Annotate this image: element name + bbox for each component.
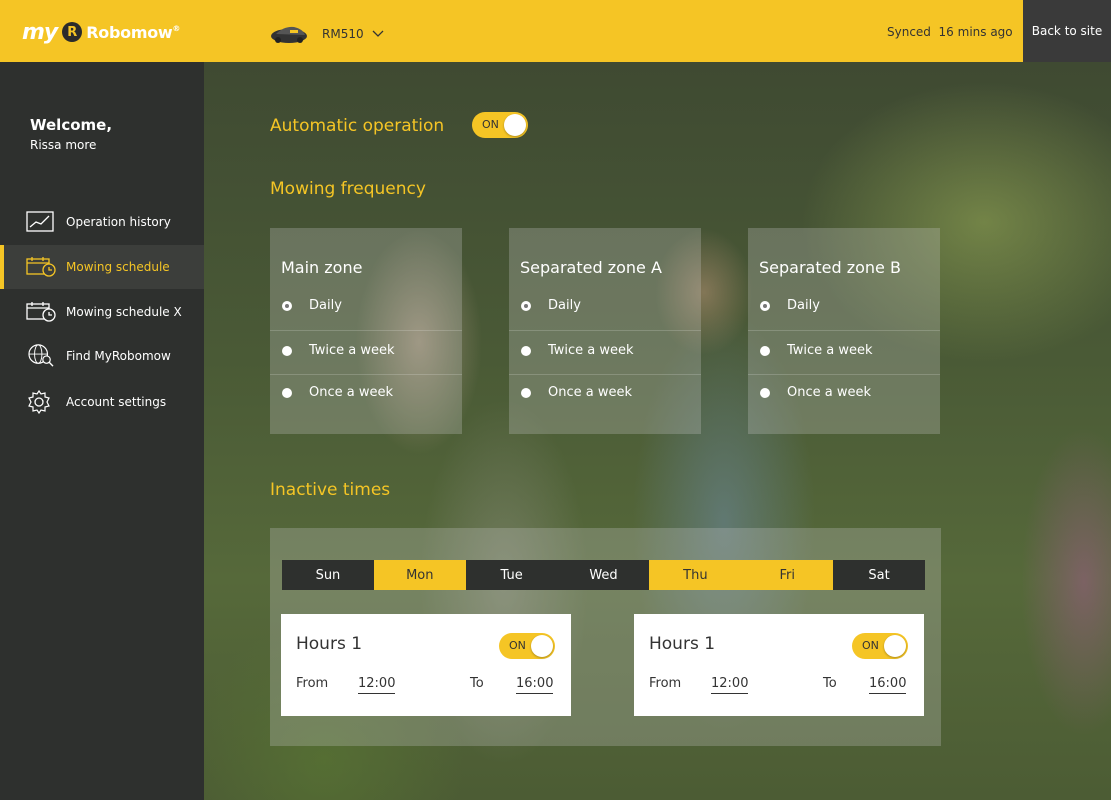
option-label: Daily bbox=[787, 298, 820, 313]
model-selector[interactable]: RM510 bbox=[322, 27, 364, 41]
sidebar-item-label: Mowing schedule X bbox=[66, 305, 182, 319]
option-label: Once a week bbox=[787, 385, 872, 400]
hours-toggle[interactable]: ON bbox=[852, 633, 908, 659]
radio-button[interactable] bbox=[282, 388, 292, 398]
top-header: my R Robomow ® RM510 Synced 16 mins ago … bbox=[0, 0, 1111, 62]
mowing-frequency-title: Mowing frequency bbox=[270, 179, 426, 199]
zone-card-separated-a: Separated zone A Daily Twice a week Once… bbox=[509, 228, 701, 434]
toggle-knob bbox=[884, 635, 906, 657]
sidebar-item-label: Operation history bbox=[66, 215, 171, 229]
day-wed[interactable]: Wed bbox=[557, 560, 650, 590]
radio-button[interactable] bbox=[282, 301, 292, 311]
automatic-operation-toggle[interactable]: ON bbox=[472, 112, 528, 138]
hours-card: Hours 1 ON From 12:00 To 16:00 bbox=[634, 614, 924, 716]
frequency-option-daily[interactable]: Daily bbox=[748, 286, 940, 330]
inactive-times-title: Inactive times bbox=[270, 480, 391, 500]
frequency-option-daily[interactable]: Daily bbox=[509, 286, 701, 330]
option-label: Once a week bbox=[548, 385, 633, 400]
radio-button[interactable] bbox=[282, 346, 292, 356]
frequency-option-once-a-week[interactable]: Once a week bbox=[509, 374, 701, 418]
from-label: From bbox=[649, 676, 682, 691]
radio-button[interactable] bbox=[521, 346, 531, 356]
sidebar-item-label: Account settings bbox=[66, 395, 167, 409]
calendar-clock-icon bbox=[26, 257, 56, 277]
radio-button[interactable] bbox=[760, 301, 770, 311]
toggle-label: ON bbox=[482, 118, 499, 131]
sync-status: Synced 16 mins ago bbox=[887, 25, 1013, 39]
day-sat[interactable]: Sat bbox=[833, 560, 926, 590]
sidebar-item-mowing-schedule-x[interactable]: Mowing schedule X bbox=[0, 290, 204, 334]
option-label: Daily bbox=[548, 298, 581, 313]
gear-icon bbox=[28, 390, 50, 414]
back-to-site-button[interactable]: Back to site bbox=[1023, 0, 1111, 62]
hours-title: Hours 1 bbox=[649, 634, 716, 654]
sidebar-item-label: Find MyRobomow bbox=[66, 349, 171, 363]
chevron-down-icon[interactable] bbox=[372, 28, 384, 38]
frequency-option-twice-a-week[interactable]: Twice a week bbox=[509, 330, 701, 374]
logo-badge: R bbox=[62, 22, 83, 42]
sidebar: Welcome, Rissa more Operation history Mo… bbox=[0, 62, 204, 800]
day-mon[interactable]: Mon bbox=[373, 560, 466, 590]
radio-button[interactable] bbox=[521, 301, 531, 311]
automatic-operation-title: Automatic operation bbox=[270, 116, 445, 136]
inactive-times-panel: Sun Mon Tue Wed Thu Fri Sat Hours 1 ON F… bbox=[270, 528, 941, 746]
zone-title: Main zone bbox=[281, 258, 363, 277]
radio-button[interactable] bbox=[760, 346, 770, 356]
day-tue[interactable]: Tue bbox=[465, 560, 558, 590]
toggle-knob bbox=[504, 114, 526, 136]
option-label: Twice a week bbox=[548, 343, 634, 358]
main-content: Automatic operation ON Mowing frequency … bbox=[204, 62, 1111, 800]
radio-button[interactable] bbox=[521, 388, 531, 398]
globe-search-icon bbox=[28, 344, 54, 367]
toggle-label: ON bbox=[862, 639, 879, 652]
robomow-logo[interactable]: my R Robomow ® bbox=[22, 18, 180, 46]
sidebar-item-account-settings[interactable]: Account settings bbox=[0, 380, 204, 424]
to-label: To bbox=[470, 676, 484, 691]
to-time-field[interactable]: 16:00 bbox=[516, 676, 554, 694]
zone-title: Separated zone A bbox=[520, 258, 662, 277]
hours-card: Hours 1 ON From 12:00 To 16:00 bbox=[281, 614, 571, 716]
logo-name-text: Robomow bbox=[86, 22, 173, 42]
from-time-field[interactable]: 12:00 bbox=[711, 676, 749, 694]
to-time-field[interactable]: 16:00 bbox=[869, 676, 907, 694]
logo-registered-mark: ® bbox=[172, 24, 181, 33]
option-label: Daily bbox=[309, 298, 342, 313]
toggle-knob bbox=[531, 635, 553, 657]
day-fri[interactable]: Fri bbox=[741, 560, 834, 590]
frequency-option-once-a-week[interactable]: Once a week bbox=[270, 374, 462, 418]
option-label: Twice a week bbox=[787, 343, 873, 358]
username: Rissa more bbox=[30, 138, 97, 152]
day-selector: Sun Mon Tue Wed Thu Fri Sat bbox=[282, 560, 926, 590]
day-thu[interactable]: Thu bbox=[649, 560, 742, 590]
frequency-option-twice-a-week[interactable]: Twice a week bbox=[270, 330, 462, 374]
to-label: To bbox=[823, 676, 837, 691]
sidebar-item-label: Mowing schedule bbox=[66, 260, 170, 274]
frequency-option-once-a-week[interactable]: Once a week bbox=[748, 374, 940, 418]
mower-icon[interactable] bbox=[270, 24, 308, 44]
option-label: Once a week bbox=[309, 385, 394, 400]
sidebar-item-mowing-schedule[interactable]: Mowing schedule bbox=[0, 245, 204, 289]
welcome-text: Welcome, bbox=[30, 116, 113, 134]
chart-icon bbox=[26, 211, 54, 232]
hours-toggle[interactable]: ON bbox=[499, 633, 555, 659]
zone-title: Separated zone B bbox=[759, 258, 901, 277]
day-sun[interactable]: Sun bbox=[282, 560, 374, 590]
from-label: From bbox=[296, 676, 329, 691]
toggle-label: ON bbox=[509, 639, 526, 652]
sidebar-item-operation-history[interactable]: Operation history bbox=[0, 200, 204, 244]
hours-title: Hours 1 bbox=[296, 634, 363, 654]
frequency-option-twice-a-week[interactable]: Twice a week bbox=[748, 330, 940, 374]
option-label: Twice a week bbox=[309, 343, 395, 358]
frequency-option-daily[interactable]: Daily bbox=[270, 286, 462, 330]
calendar-clock-icon bbox=[26, 302, 56, 322]
zone-card-separated-b: Separated zone B Daily Twice a week Once… bbox=[748, 228, 940, 434]
from-time-field[interactable]: 12:00 bbox=[358, 676, 396, 694]
zone-card-main: Main zone Daily Twice a week Once a week bbox=[270, 228, 462, 434]
sidebar-item-find-myrobomow[interactable]: Find MyRobomow bbox=[0, 334, 204, 378]
logo-my-text: my bbox=[22, 19, 58, 45]
radio-button[interactable] bbox=[760, 388, 770, 398]
